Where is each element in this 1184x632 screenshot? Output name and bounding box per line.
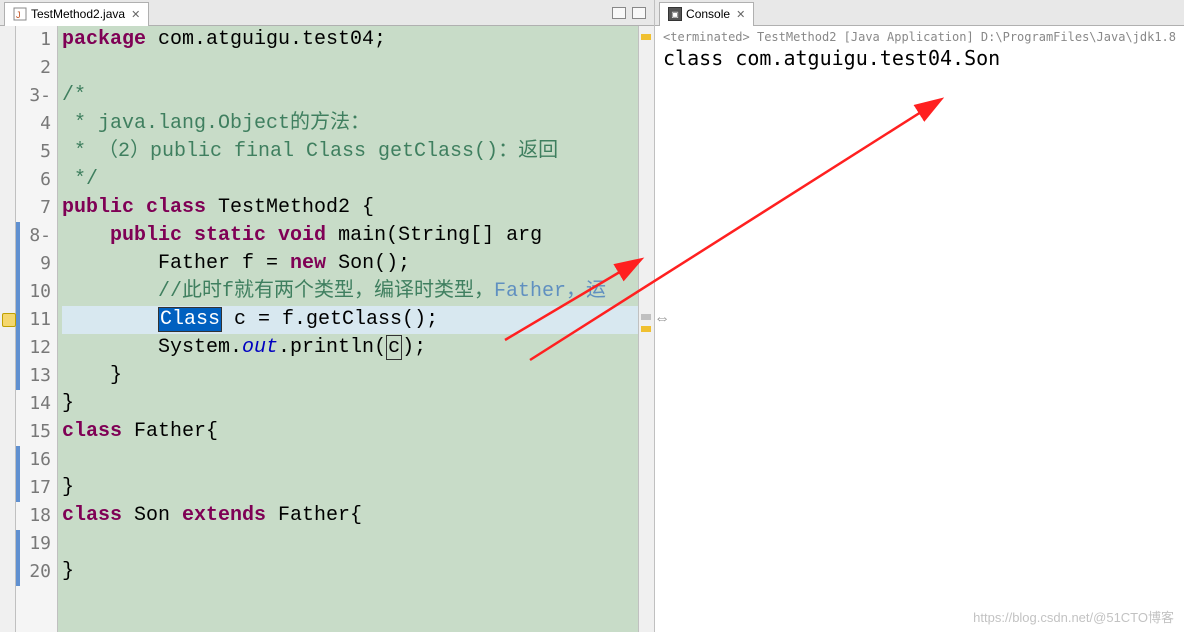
editor-pane: J TestMethod2.java ✕ 123-45678-910111213… [0, 0, 655, 632]
line-number[interactable]: 7 [16, 194, 51, 222]
close-icon[interactable]: ✕ [131, 8, 140, 21]
method-range-bar [16, 530, 20, 586]
code-line[interactable]: } [62, 558, 638, 586]
console-pane: ▣ Console ✕ <terminated> TestMethod2 [Ja… [655, 0, 1184, 632]
code-line[interactable]: System.out.println(c); [62, 334, 638, 362]
line-number[interactable]: 4 [16, 110, 51, 138]
overview-mark-warn [641, 326, 651, 332]
svg-text:J: J [16, 10, 21, 20]
console-tab[interactable]: ▣ Console ✕ [659, 2, 754, 26]
line-number[interactable]: 14 [16, 390, 51, 418]
code-line[interactable] [62, 54, 638, 82]
code-line[interactable]: package com.atguigu.test04; [62, 26, 638, 54]
line-number[interactable]: 13 [16, 362, 51, 390]
code-line[interactable]: class Son extends Father{ [62, 502, 638, 530]
code-line[interactable]: Class c = f.getClass(); [62, 306, 638, 334]
overview-mark-warn [641, 34, 651, 40]
line-number[interactable]: 9 [16, 250, 51, 278]
method-range-bar [16, 446, 20, 502]
close-icon[interactable]: ✕ [736, 8, 745, 21]
line-number[interactable]: 10 [16, 278, 51, 306]
editor-tab[interactable]: J TestMethod2.java ✕ [4, 2, 149, 26]
line-number[interactable]: 15 [16, 418, 51, 446]
console-icon: ▣ [668, 7, 682, 21]
console-output: class com.atguigu.test04.Son [663, 46, 1176, 70]
code-area[interactable]: package com.atguigu.test04; /* * java.lan… [58, 26, 638, 632]
code-line[interactable]: } [62, 390, 638, 418]
sash-handle-icon[interactable]: ⇔ [654, 310, 670, 328]
code-line[interactable]: } [62, 474, 638, 502]
console-body[interactable]: <terminated> TestMethod2 [Java Applicati… [655, 26, 1184, 632]
code-line[interactable]: */ [62, 166, 638, 194]
minimize-view-button[interactable] [612, 7, 626, 19]
code-line[interactable]: public class TestMethod2 { [62, 194, 638, 222]
line-number[interactable]: 17 [16, 474, 51, 502]
code-line[interactable]: /* [62, 82, 638, 110]
editor-tab-bar: J TestMethod2.java ✕ [0, 0, 654, 26]
line-number[interactable]: 20 [16, 558, 51, 586]
line-number[interactable]: 6 [16, 166, 51, 194]
marker-ruler [0, 26, 16, 632]
code-line[interactable]: } [62, 362, 638, 390]
code-line[interactable] [62, 446, 638, 474]
console-status-line: <terminated> TestMethod2 [Java Applicati… [663, 30, 1176, 44]
code-line[interactable]: * java.lang.Object的方法： [62, 110, 638, 138]
java-file-icon: J [13, 7, 27, 21]
line-number[interactable]: 11 [16, 306, 51, 334]
maximize-view-button[interactable] [632, 7, 646, 19]
code-line[interactable]: Father f = new Son(); [62, 250, 638, 278]
code-line[interactable] [62, 530, 638, 558]
code-line[interactable]: class Father{ [62, 418, 638, 446]
method-range-bar [16, 222, 20, 390]
watermark-text: https://blog.csdn.net/@51CTO博客 [973, 607, 1174, 626]
line-number[interactable]: 5 [16, 138, 51, 166]
code-line[interactable]: * （2）public final Class getClass()：返回 [62, 138, 638, 166]
overview-ruler[interactable] [638, 26, 654, 632]
console-tab-label: Console [686, 7, 730, 21]
line-number[interactable]: 3- [16, 82, 51, 110]
line-number[interactable]: 8- [16, 222, 51, 250]
line-number[interactable]: 12 [16, 334, 51, 362]
code-line[interactable]: public static void main(String[] arg [62, 222, 638, 250]
line-number[interactable]: 1 [16, 26, 51, 54]
console-tab-bar: ▣ Console ✕ [655, 0, 1184, 26]
overview-mark-selection [641, 314, 651, 320]
line-number[interactable]: 19 [16, 530, 51, 558]
editor-tab-label: TestMethod2.java [31, 7, 125, 21]
editor-body[interactable]: 123-45678-91011121314151617181920 packag… [0, 26, 654, 632]
line-number[interactable]: 2 [16, 54, 51, 82]
line-number[interactable]: 18 [16, 502, 51, 530]
line-number-gutter[interactable]: 123-45678-91011121314151617181920 [16, 26, 58, 632]
line-number[interactable]: 16 [16, 446, 51, 474]
code-line[interactable]: //此时f就有两个类型，编译时类型，Father，运 [62, 278, 638, 306]
